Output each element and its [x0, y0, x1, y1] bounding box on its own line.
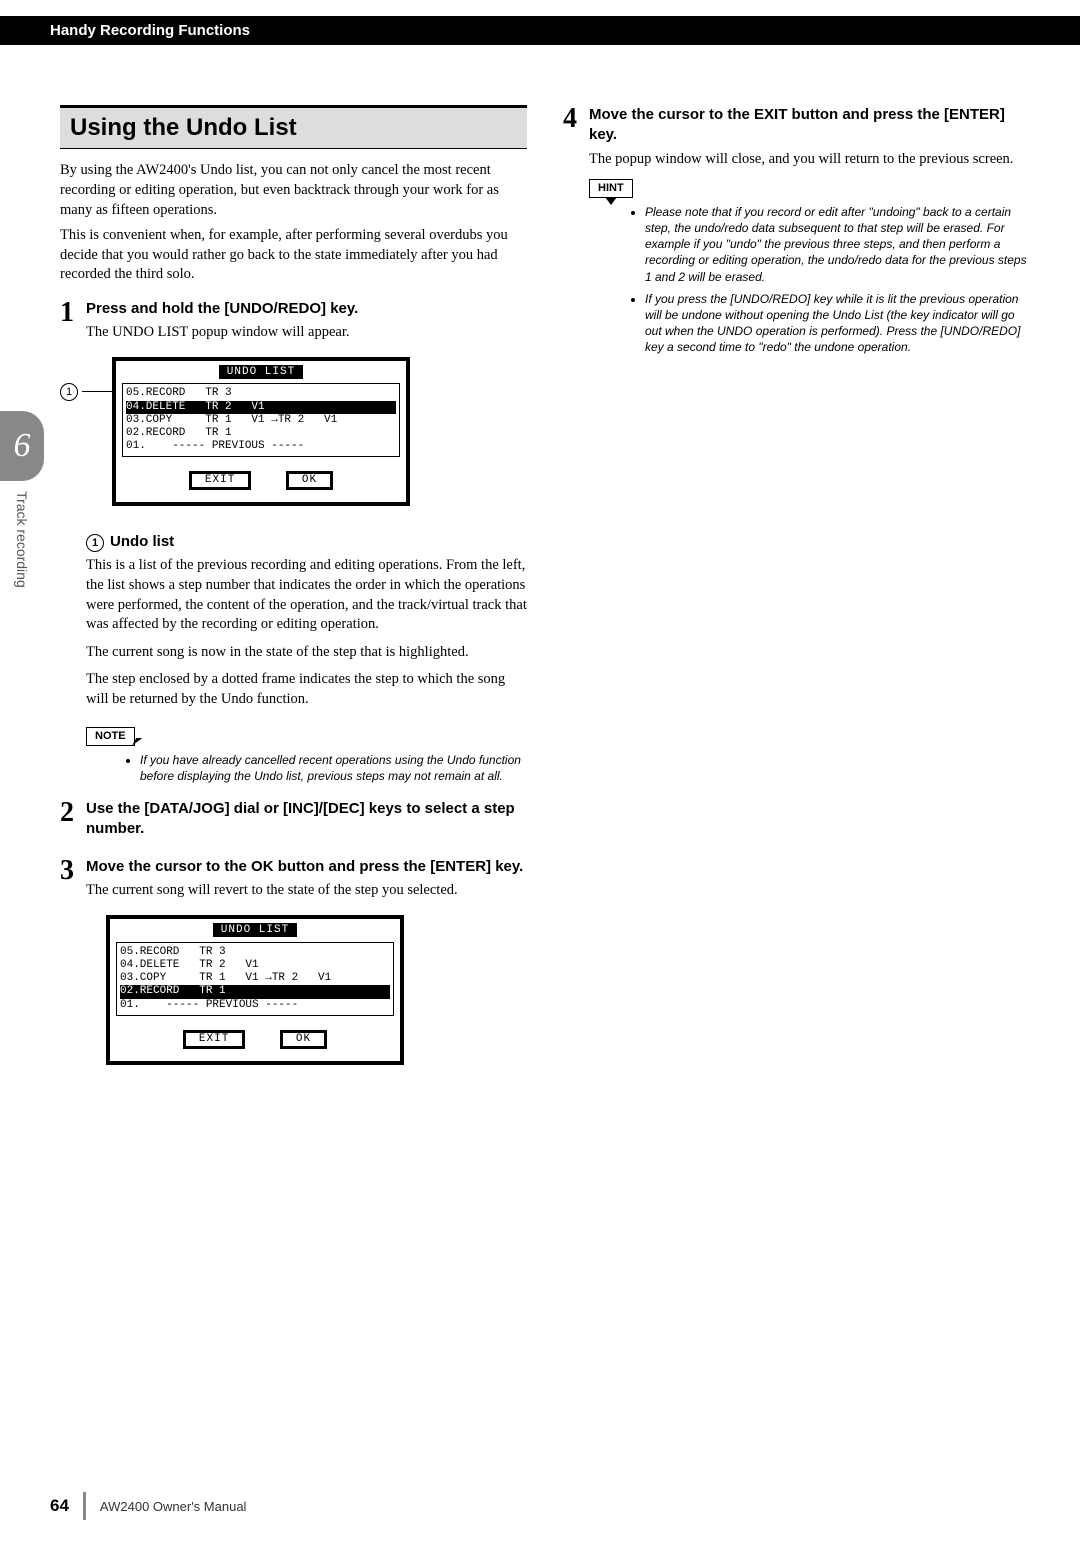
step-3: 3 Move the cursor to the OK button and p… — [60, 857, 527, 901]
footer-divider — [83, 1492, 86, 1520]
chapter-tab: 6 Track recording — [0, 411, 44, 588]
undo-list-row[interactable]: 02.RECORD TR 1 — [126, 427, 396, 440]
manual-title: AW2400 Owner's Manual — [100, 1499, 247, 1514]
callout-1-para-2: The current song is now in the state of … — [86, 643, 527, 663]
page-footer: 64 AW2400 Owner's Manual — [50, 1492, 246, 1520]
step-number: 1 — [60, 299, 86, 327]
note-bullets: If you have already cancelled recent ope… — [100, 752, 527, 784]
callout-line — [82, 391, 112, 392]
step-4: 4 Move the cursor to the EXIT button and… — [563, 105, 1030, 169]
ok-button[interactable]: OK — [286, 471, 333, 490]
right-column: 4 Move the cursor to the EXIT button and… — [563, 105, 1030, 1075]
exit-button[interactable]: EXIT — [189, 471, 251, 490]
step-2: 2 Use the [DATA/JOG] dial or [INC]/[DEC]… — [60, 799, 527, 844]
hint-bullet-1: Please note that if you record or edit a… — [645, 204, 1030, 285]
step-3-title: Move the cursor to the OK button and pre… — [86, 857, 527, 877]
exit-button[interactable]: EXIT — [183, 1030, 245, 1049]
note-bullet-1: If you have already cancelled recent ope… — [140, 752, 527, 784]
step-3-text: The current song will revert to the stat… — [86, 881, 527, 901]
page-number: 64 — [50, 1496, 69, 1516]
undo-list-row[interactable]: 03.COPY TR 1 V1 →TR 2 V1 — [126, 414, 396, 427]
undo-list-row[interactable]: 04.DELETE TR 2 V1 — [126, 401, 396, 414]
step-number: 4 — [563, 105, 589, 133]
section-header: Handy Recording Functions — [0, 16, 1080, 45]
note-badge: NOTE — [86, 727, 135, 746]
step-number: 3 — [60, 857, 86, 885]
step-2-title: Use the [DATA/JOG] dial or [INC]/[DEC] k… — [86, 799, 527, 840]
hint-bullets: Please note that if you record or edit a… — [605, 204, 1030, 356]
undo-list-popup-a: UNDO LIST 05.RECORD TR 304.DELETE TR 2 V… — [112, 357, 410, 507]
undo-list-row[interactable]: 05.RECORD TR 3 — [126, 387, 396, 400]
undo-list-popup-b: UNDO LIST 05.RECORD TR 304.DELETE TR 2 V… — [106, 915, 404, 1065]
undo-list-row[interactable]: 04.DELETE TR 2 V1 — [120, 959, 390, 972]
hint-badge: HINT — [589, 179, 633, 198]
undo-list-row[interactable]: 01. ----- PREVIOUS ----- — [126, 440, 396, 453]
undo-list-row[interactable]: 02.RECORD TR 1 — [120, 985, 390, 998]
callout-marker-1: 1 — [60, 383, 78, 401]
undo-list-rows-a: 05.RECORD TR 304.DELETE TR 2 V103.COPY T… — [122, 383, 400, 457]
step-1-text: The UNDO LIST popup window will appear. — [86, 323, 527, 343]
left-column: Using the Undo List By using the AW2400'… — [60, 105, 527, 1075]
chapter-number: 6 — [0, 411, 44, 481]
callout-1-heading: 1Undo list — [86, 532, 527, 552]
step-4-title: Move the cursor to the EXIT button and p… — [589, 105, 1030, 146]
callout-1-para-1: This is a list of the previous recording… — [86, 556, 527, 634]
lcd-title: UNDO LIST — [219, 365, 303, 379]
step-number: 2 — [60, 799, 86, 827]
callout-1-para-3: The step enclosed by a dotted frame indi… — [86, 670, 527, 709]
undo-list-rows-b: 05.RECORD TR 304.DELETE TR 2 V103.COPY T… — [116, 942, 394, 1016]
step-1-title: Press and hold the [UNDO/REDO] key. — [86, 299, 527, 319]
intro-para-2: This is convenient when, for example, af… — [60, 226, 527, 285]
step-4-text: The popup window will close, and you wil… — [589, 150, 1030, 170]
undo-list-row[interactable]: 01. ----- PREVIOUS ----- — [120, 999, 390, 1012]
ok-button[interactable]: OK — [280, 1030, 327, 1049]
undo-list-row[interactable]: 05.RECORD TR 3 — [120, 946, 390, 959]
step-1: 1 Press and hold the [UNDO/REDO] key. Th… — [60, 299, 527, 343]
lcd-title: UNDO LIST — [213, 923, 297, 937]
undo-list-row[interactable]: 03.COPY TR 1 V1 →TR 2 V1 — [120, 972, 390, 985]
section-title: Using the Undo List — [60, 105, 527, 149]
intro-para-1: By using the AW2400's Undo list, you can… — [60, 161, 527, 220]
hint-bullet-2: If you press the [UNDO/REDO] key while i… — [645, 291, 1030, 356]
chapter-label: Track recording — [14, 491, 30, 588]
